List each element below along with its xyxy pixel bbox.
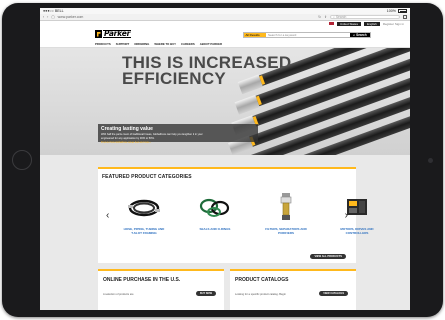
hose-coil-icon xyxy=(124,192,164,222)
magnifier-icon: ⌕ xyxy=(353,33,356,37)
search-icon: ⌕ xyxy=(333,15,335,19)
nav-about-parker[interactable]: ABOUT PARKER xyxy=(200,42,222,46)
product-catalogs-heading: PRODUCT CATALOGS xyxy=(235,277,289,283)
site-search-input[interactable]: Search for a keyword xyxy=(266,33,350,37)
battery-icon xyxy=(398,9,407,13)
nav-products[interactable]: PRODUCTS xyxy=(95,42,111,46)
home-button[interactable] xyxy=(12,150,32,170)
online-purchase-text: A selection of products are xyxy=(103,293,134,296)
filter-icon xyxy=(266,192,306,222)
carrier-label: ●●●○○ BELL xyxy=(43,9,64,13)
browser-screen: ●●●○○ BELL 100% ‹ › ▢ www.parker.com ↻ ⇪… xyxy=(40,8,410,310)
category-card-seals[interactable]: SEALS AND O-RINGS xyxy=(193,192,237,235)
share-icon[interactable]: ⇪ xyxy=(324,15,327,19)
parker-logo[interactable]: Parker xyxy=(95,28,133,40)
tabs-icon[interactable] xyxy=(403,15,407,19)
online-purchase-card: ONLINE PURCHASE IN THE U.S. A selection … xyxy=(98,269,224,310)
nav-support[interactable]: SUPPORT xyxy=(116,42,130,46)
search-category-select[interactable]: All Results xyxy=(244,33,266,37)
motor-drive-icon xyxy=(337,192,377,222)
category-label-hose[interactable]: HOSE, PIPING, TUBING AND T-SLOT FRAMING xyxy=(124,227,165,235)
hero-caption-title: Creating lasting value xyxy=(101,126,153,132)
view-all-products-button[interactable]: VIEW ALL PRODUCTS xyxy=(310,254,346,259)
safari-search-placeholder: Search xyxy=(335,15,347,19)
language-selector[interactable]: English xyxy=(363,21,380,26)
site-search: All Results Search for a keyword ⌕ Searc… xyxy=(243,32,371,38)
hero-banner[interactable]: THIS IS INCREASED EFFICIENCY Creating la… xyxy=(40,48,410,160)
main-nav: PRODUCTS SUPPORT ORDERING WHERE TO BUY C… xyxy=(95,42,222,46)
back-icon[interactable]: ‹ xyxy=(43,15,44,19)
online-purchase-heading: ONLINE PURCHASE IN THE U.S. xyxy=(103,277,181,283)
nav-where-to-buy[interactable]: WHERE TO BUY xyxy=(154,42,176,46)
address-bar[interactable]: www.parker.com xyxy=(58,15,315,19)
hero-caption-text: With half the parts count of traditional… xyxy=(101,133,203,136)
account-links[interactable]: Register Sign in xyxy=(383,22,404,26)
parker-logo-text: Parker xyxy=(103,29,132,38)
category-card-filters[interactable]: FILTERS, SEPARATORS AND PURIFIERS xyxy=(264,192,308,235)
category-label-hose-line2: T-SLOT FRAMING xyxy=(131,230,157,235)
reload-icon[interactable]: ↻ xyxy=(318,15,321,19)
camera-icon xyxy=(428,158,433,163)
location-selector[interactable]: United States xyxy=(336,21,361,26)
us-flag-icon xyxy=(328,22,334,25)
featured-categories: FEATURED PRODUCT CATEGORIES ‹ › HOSE, PI… xyxy=(98,167,374,263)
site-header: Parker All Results Search for a keyword … xyxy=(40,26,410,48)
search-button-label: Search xyxy=(356,33,367,37)
product-catalogs-text: Looking for a specific product catalog. … xyxy=(235,293,286,296)
ipad-frame: ●●●○○ BELL 100% ‹ › ▢ www.parker.com ↻ ⇪… xyxy=(2,3,443,317)
category-label-seals-line1: SEALS AND O-RINGS xyxy=(199,227,231,231)
category-label-motors[interactable]: MOTORS, DRIVES AND CONTROLLERS xyxy=(340,227,373,235)
nav-ordering[interactable]: ORDERING xyxy=(134,42,149,46)
category-label-seals[interactable]: SEALS AND O-RINGS xyxy=(199,227,231,232)
nav-careers[interactable]: CAREERS xyxy=(181,42,195,46)
category-label-motors-line2: CONTROLLERS xyxy=(345,230,369,235)
hero-caption-link[interactable]: Find out how GlobalCore saves fuel and m… xyxy=(101,141,255,144)
category-card-motors[interactable]: MOTORS, DRIVES AND CONTROLLERS xyxy=(335,192,379,235)
site-search-button[interactable]: ⌕ Search xyxy=(350,33,370,37)
category-label-filters-line2: PURIFIERS xyxy=(277,230,294,235)
safari-toolbar: ‹ › ▢ www.parker.com ↻ ⇪ ⌕ Search xyxy=(40,14,410,21)
parker-logo-mark-icon xyxy=(95,30,102,38)
category-carousel: HOSE, PIPING, TUBING AND T-SLOT FRAMING … xyxy=(122,192,379,235)
hero-caption: Creating lasting value With half the par… xyxy=(98,124,258,144)
safari-search-input[interactable]: ⌕ Search xyxy=(330,14,400,20)
o-rings-icon xyxy=(195,192,235,222)
forward-icon[interactable]: › xyxy=(47,15,48,19)
view-catalogs-button[interactable]: VIEW CATALOGS xyxy=(319,291,348,296)
bookmarks-icon[interactable]: ▢ xyxy=(51,15,54,19)
category-label-filters[interactable]: FILTERS, SEPARATORS AND PURIFIERS xyxy=(265,227,307,235)
carousel-prev-arrow[interactable]: ‹ xyxy=(106,210,109,221)
battery-label: 100% xyxy=(386,9,396,13)
buy-now-button[interactable]: BUY NOW xyxy=(195,291,216,296)
featured-heading: FEATURED PRODUCT CATEGORIES xyxy=(102,174,192,180)
product-catalogs-card: PRODUCT CATALOGS Looking for a specific … xyxy=(230,269,356,310)
category-card-hose[interactable]: HOSE, PIPING, TUBING AND T-SLOT FRAMING xyxy=(122,192,166,235)
